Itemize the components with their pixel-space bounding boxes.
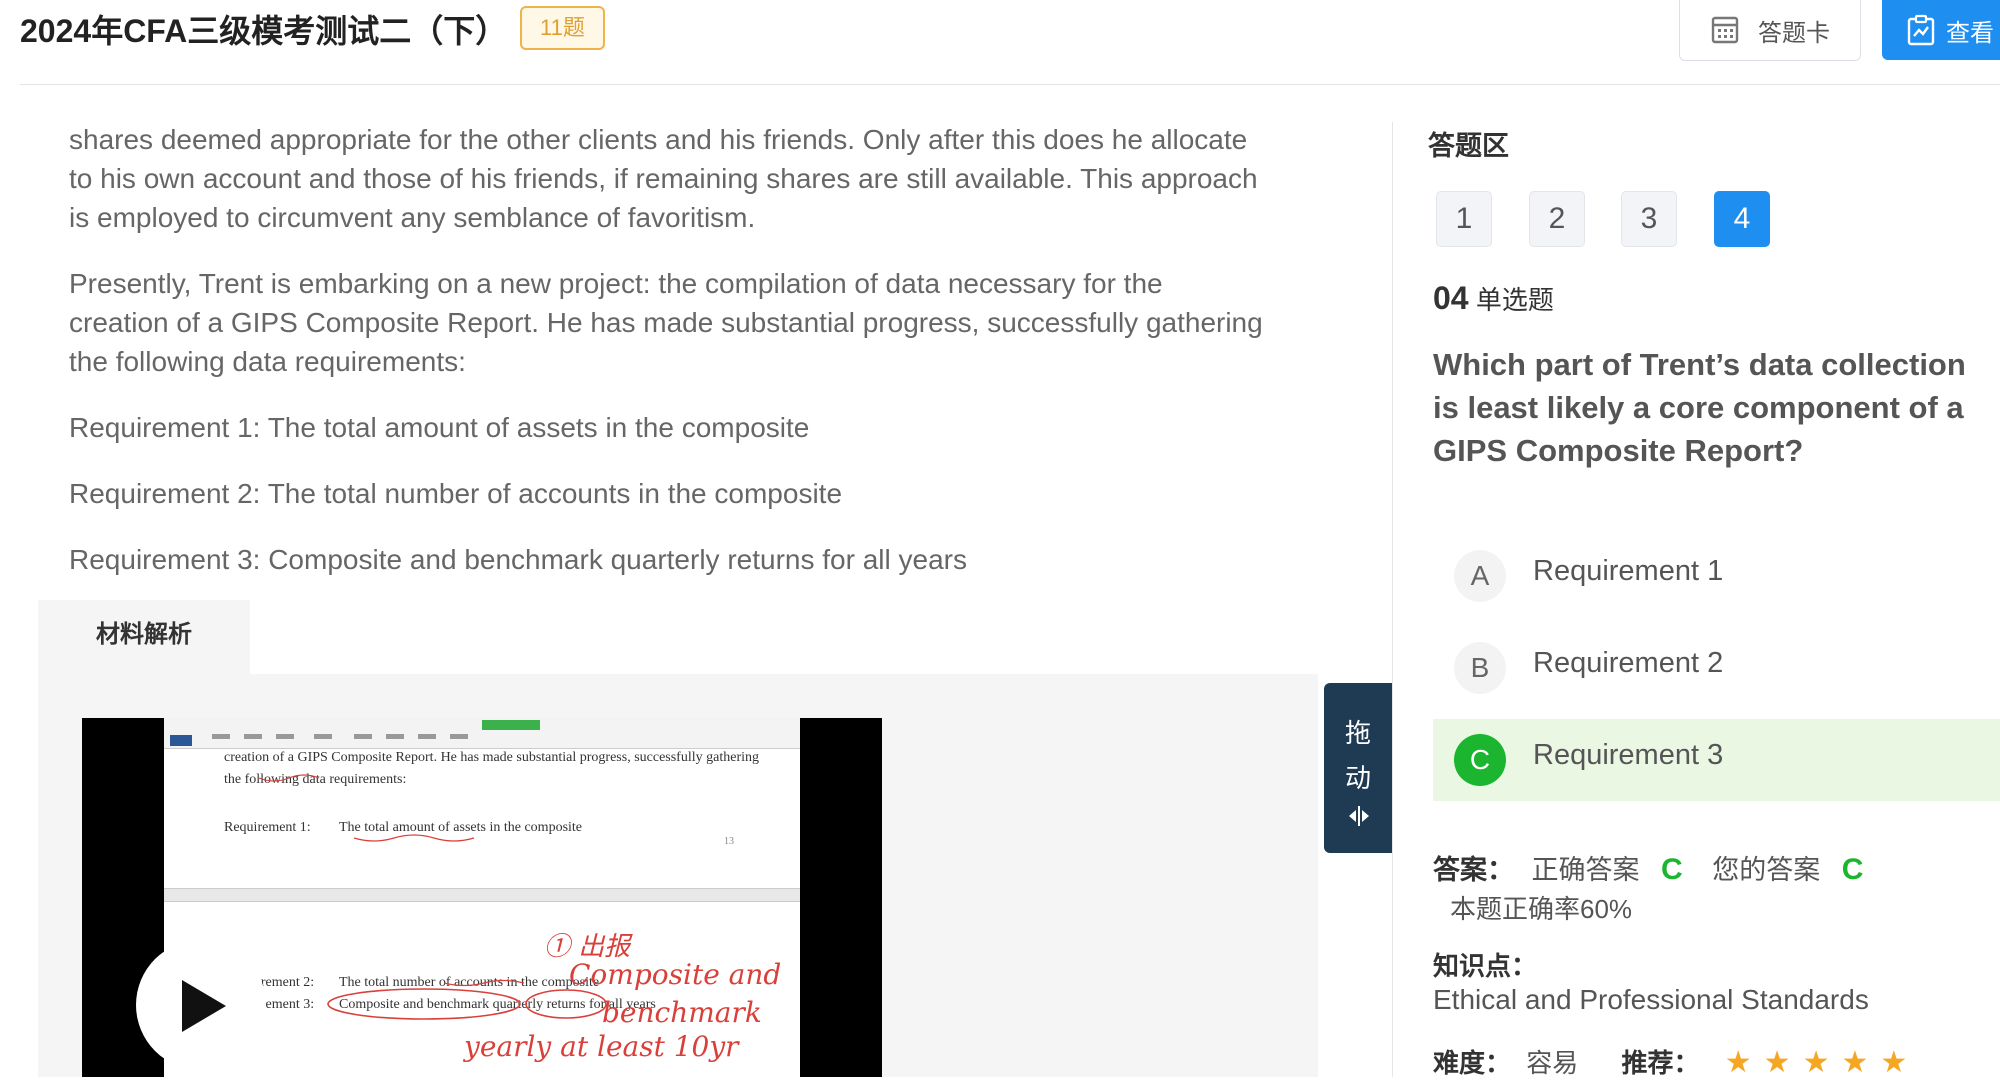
question-count-badge: 11题 [520,6,605,50]
answer-card-icon [1711,16,1739,44]
play-button[interactable] [136,940,266,1070]
option-text: Requirement 3 [1533,739,1724,771]
option-c[interactable]: C Requirement 3 [1433,719,2000,801]
handwritten-note: yearly at least 10yr [464,1030,739,1063]
handwritten-note: benchmark [602,996,762,1029]
recommend-label: 推荐： [1621,1048,1700,1078]
knowledge-point-value: Ethical and Professional Standards [1433,984,1869,1015]
requirement-line: Requirement 3: Composite and benchmark q… [69,544,967,575]
difficulty-row: 难度： 容易 推荐： ★ ★ ★ ★ ★ [1433,1043,1919,1080]
your-answer-label: 您的答案 [1712,855,1821,885]
star-icon: ★ [1841,1046,1869,1079]
question-nav-3[interactable]: 3 [1621,191,1677,247]
question-label: 04 单选题 [1433,280,1554,317]
correct-answer-label: 正确答案 [1531,855,1640,885]
drag-handle[interactable]: 拖 动 [1324,683,1392,853]
question-text: Which part of Trent’s data collection is… [1433,347,1966,468]
option-b[interactable]: B Requirement 2 [1433,627,2000,709]
answer-area-title: 答题区 [1428,131,1509,161]
option-a[interactable]: A Requirement 1 [1433,535,2000,617]
question-nav-2[interactable]: 2 [1529,191,1585,247]
star-icon: ★ [1724,1046,1752,1079]
question-nav-4[interactable]: 4 [1714,191,1770,247]
answer-label: 答案： [1433,855,1514,885]
drag-label-2: 动 [1344,763,1371,793]
question-number: 04 [1433,280,1469,316]
accuracy-rate: 本题正确率60% [1450,894,1633,924]
view-label: 查看 [1946,19,1994,47]
article-text: shares deemed appropriate for the other … [69,120,1269,606]
view-button[interactable]: 查看 [1882,0,2000,60]
option-letter: C [1454,734,1506,786]
clipboard-chart-icon [1907,14,1935,46]
question-nav-1[interactable]: 1 [1436,191,1492,247]
recommend-stars: ★ ★ ★ ★ ★ [1724,1046,1920,1079]
article-paragraph: shares deemed appropriate for the other … [69,124,1258,233]
difficulty-label: 难度： [1433,1048,1512,1078]
star-icon: ★ [1880,1046,1908,1079]
option-text: Requirement 2 [1533,647,1724,679]
your-answer-value: C [1841,853,1864,886]
requirement-line: Requirement 2: The total number of accou… [69,478,843,509]
knowledge-point-label: 知识点： [1433,951,1538,981]
option-letter: B [1454,642,1506,694]
correct-answer-value: C [1661,853,1683,886]
header: 2024年CFA三级模考测试二（下） 11题 答题卡 查看 [0,0,2000,86]
article-paragraph: Presently, Trent is embarking on a new p… [69,268,1263,377]
drag-label-1: 拖 [1344,718,1371,748]
star-icon: ★ [1802,1046,1830,1079]
play-icon [182,980,226,1032]
star-icon: ★ [1763,1046,1791,1079]
difficulty-value: 容易 [1526,1048,1579,1078]
answer-card-label: 答题卡 [1758,19,1830,47]
handwritten-note: Composite and [569,958,782,991]
tab-material-analysis[interactable]: 材料解析 [38,600,250,674]
answer-card-button[interactable]: 答题卡 [1679,0,1861,61]
option-text: Requirement 1 [1533,555,1724,587]
page-title: 2024年CFA三级模考测试二（下） [20,13,508,49]
resize-arrows-icon [1349,806,1369,826]
option-letter: A [1454,550,1506,602]
requirement-line: Requirement 1: The total amount of asset… [69,412,810,443]
panel-divider [1392,122,1393,1077]
header-divider [20,84,2000,85]
question-type: 单选题 [1475,285,1554,315]
answer-row: 答案： 正确答案 C 您的答案 C [1433,848,1863,887]
